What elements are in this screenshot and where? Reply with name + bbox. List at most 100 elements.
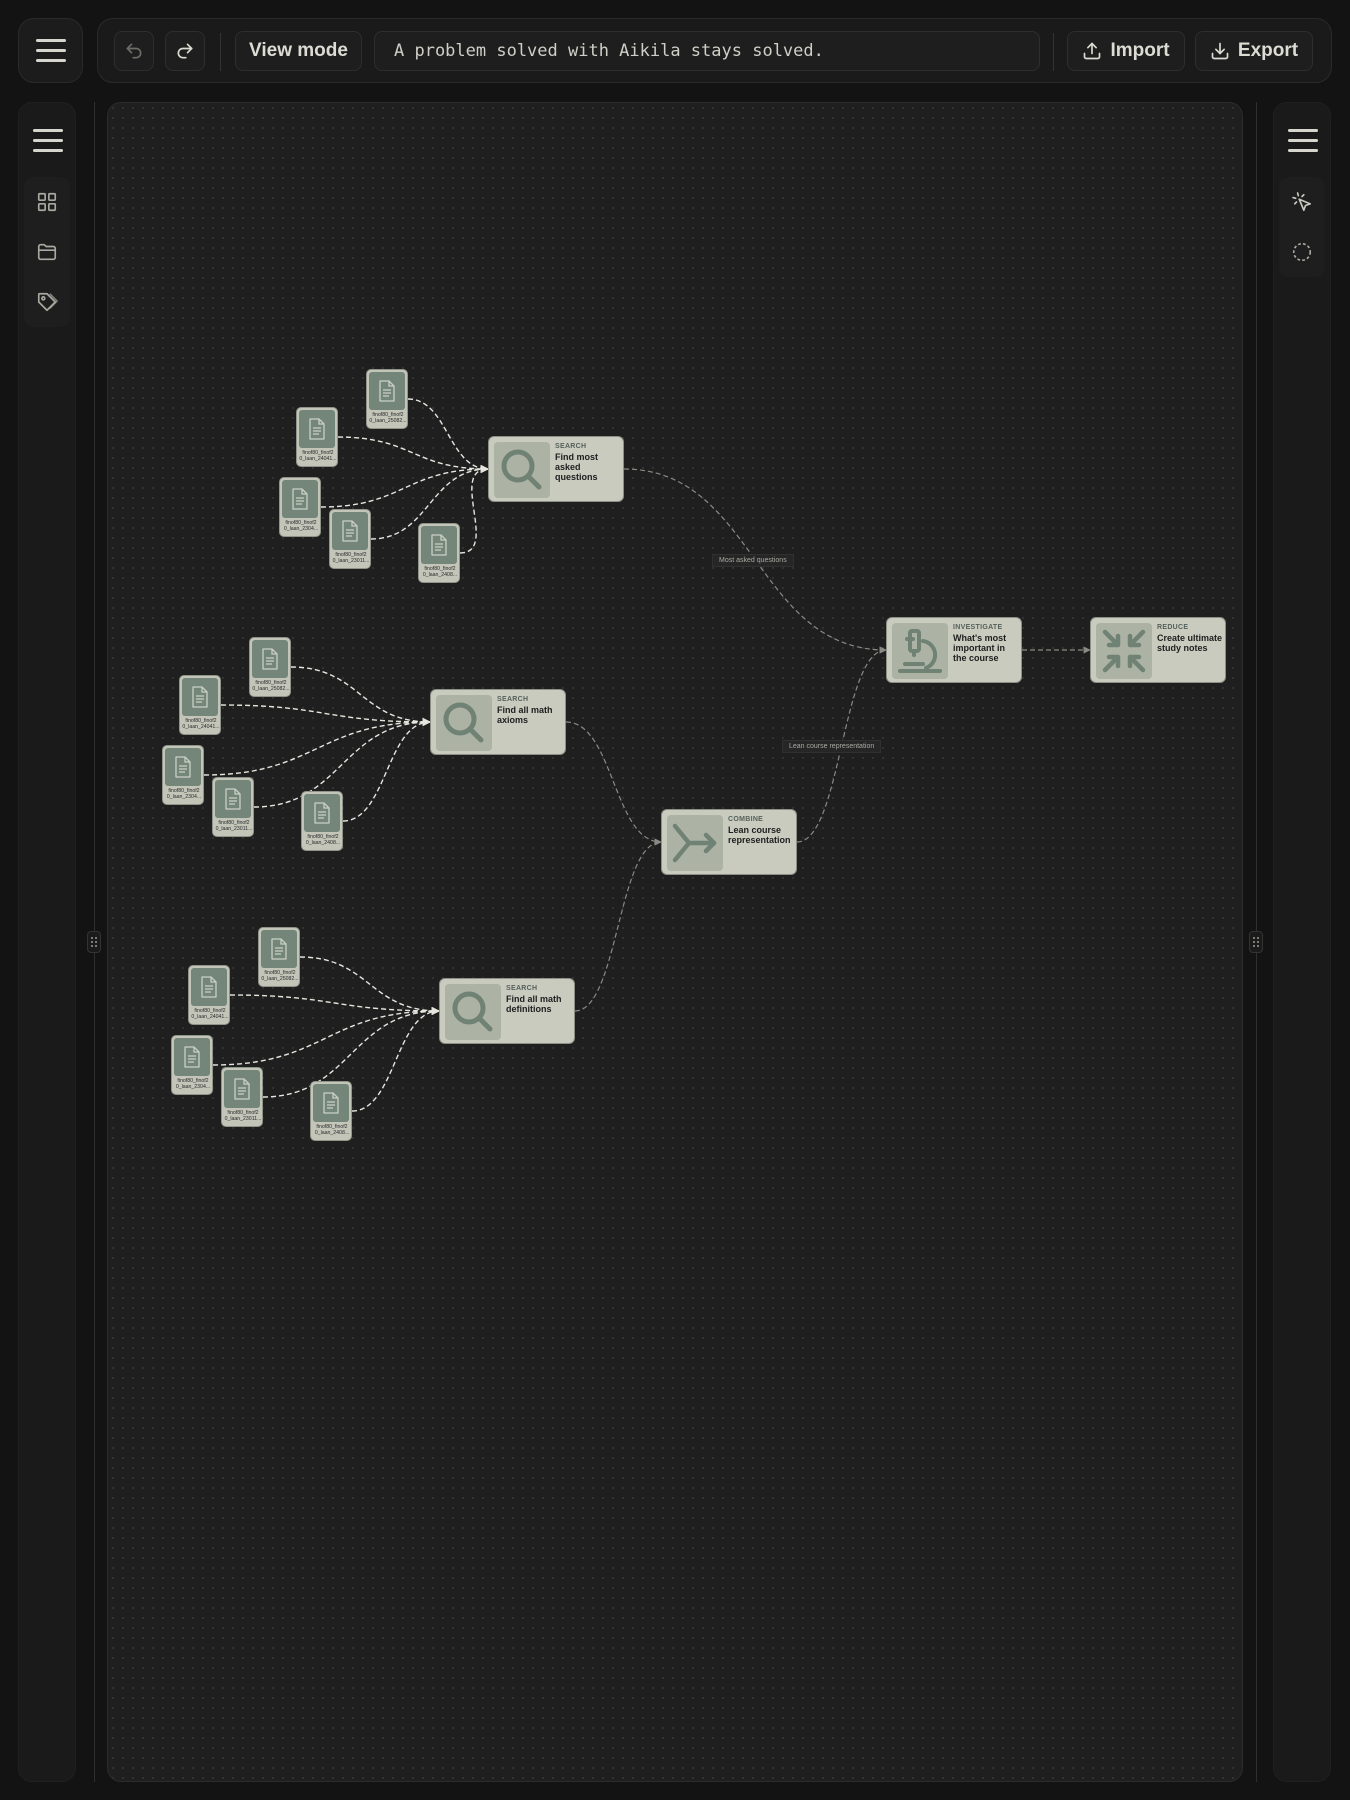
export-label: Export (1237, 40, 1299, 61)
operation-node-investigate[interactable]: INVESTIGATE What's most important in the … (886, 617, 1022, 683)
document-icon (313, 802, 331, 824)
document-icon (174, 756, 192, 778)
file-name: finof80_finof2 0_laan_2408... (305, 834, 341, 847)
graph-edge[interactable] (565, 721, 662, 846)
file-thumbnail (332, 512, 368, 550)
graph-edge[interactable] (203, 717, 431, 776)
select-tool-button[interactable] (1279, 179, 1325, 225)
search-icon (448, 987, 498, 1037)
operation-title: Lean course representation (728, 825, 791, 845)
folder-button[interactable] (24, 229, 70, 275)
graph-edge[interactable] (220, 704, 431, 727)
file-name: finof80_finof2 0_laan_24041... (191, 1008, 229, 1021)
redo-button[interactable] (165, 31, 205, 71)
search-icon (497, 445, 547, 495)
operation-icon-box (494, 442, 550, 498)
file-node[interactable]: finof80_finof2 0_laan_24041... (188, 965, 230, 1025)
operation-node-search[interactable]: SEARCH Find all math axioms (430, 689, 566, 755)
left-sidebar-tools (24, 177, 70, 327)
graph-edge[interactable] (337, 436, 489, 474)
graph-edge[interactable] (407, 398, 489, 474)
graph-edge[interactable] (290, 666, 431, 727)
file-node[interactable]: finof80_finof2 0_laan_25082... (258, 927, 300, 987)
file-name: finof80_finof2 0_laan_2408... (314, 1124, 350, 1137)
tag-icon (37, 292, 58, 312)
file-node[interactable]: finof80_finof2 0_laan_2408... (310, 1081, 352, 1141)
file-thumbnail (252, 640, 288, 678)
graph-edge[interactable] (459, 464, 489, 554)
graph-edge[interactable] (212, 1006, 440, 1066)
layout-grid-button[interactable] (24, 179, 70, 225)
file-thumbnail (421, 526, 457, 564)
pointer-click-icon (1292, 192, 1312, 212)
file-name: finof80_finof2 0_laan_24041... (299, 450, 337, 463)
search-icon (439, 698, 489, 748)
graph-edge[interactable] (574, 838, 662, 1012)
file-thumbnail (299, 410, 335, 448)
graph-edge[interactable] (351, 1006, 440, 1112)
file-name: finof80_finof2 0_laan_25082... (261, 970, 299, 983)
file-node[interactable]: finof80_finof2 0_laan_24041... (296, 407, 338, 467)
file-name: finof80_finof2 0_laan_25082... (252, 680, 290, 693)
lasso-tool-button[interactable] (1279, 229, 1325, 275)
file-node[interactable]: finof80_finof2 0_laan_2304... (162, 745, 204, 805)
drag-handle-icon (91, 937, 97, 947)
right-sidebar-menu-button[interactable] (1286, 123, 1320, 157)
file-thumbnail (224, 1070, 260, 1108)
import-button[interactable]: Import (1067, 31, 1185, 71)
operation-node-search[interactable]: SEARCH Find most asked questions (488, 436, 624, 502)
operation-kind: SEARCH (506, 985, 538, 992)
file-name: finof80_finof2 0_laan_24041... (182, 718, 220, 731)
view-mode-button[interactable]: View mode (235, 31, 362, 71)
operation-node-reduce[interactable]: REDUCE Create ultimate study notes (1090, 617, 1226, 683)
export-button[interactable]: Export (1195, 31, 1313, 71)
microscope-icon (895, 626, 945, 676)
toolbar: View mode A problem solved with Aikila s… (97, 18, 1332, 83)
file-node[interactable]: finof80_finof2 0_laan_25082... (366, 369, 408, 429)
document-icon (200, 976, 218, 998)
undo-button[interactable] (114, 31, 154, 71)
document-icon (191, 686, 209, 708)
right-resize-handle[interactable] (1249, 931, 1263, 953)
toolbar-divider (220, 33, 221, 71)
edge-label: Most asked questions (712, 554, 794, 567)
operation-icon-box (892, 623, 948, 679)
file-node[interactable]: finof80_finof2 0_laan_2408... (418, 523, 460, 583)
operation-icon-box (667, 815, 723, 871)
operation-node-combine[interactable]: COMBINE Lean course representation (661, 809, 797, 875)
file-node[interactable]: finof80_finof2 0_laan_2304... (279, 477, 321, 537)
file-name: finof80_finof2 0_laan_2408... (422, 566, 458, 579)
file-node[interactable]: finof80_finof2 0_laan_23011... (329, 509, 371, 569)
file-name: finof80_finof2 0_laan_2304... (166, 788, 202, 801)
operation-title: Find all math axioms (497, 705, 553, 725)
graph-edge[interactable] (342, 717, 431, 822)
document-icon (322, 1092, 340, 1114)
hamburger-icon (35, 39, 66, 62)
file-name: finof80_finof2 0_laan_2304... (175, 1078, 211, 1091)
file-node[interactable]: finof80_finof2 0_laan_25082... (249, 637, 291, 697)
drag-handle-icon (1253, 937, 1259, 947)
tags-button[interactable] (24, 279, 70, 325)
file-node[interactable]: finof80_finof2 0_laan_2304... (171, 1035, 213, 1095)
file-thumbnail (282, 480, 318, 518)
file-thumbnail (304, 794, 340, 832)
operation-node-search[interactable]: SEARCH Find all math definitions (439, 978, 575, 1044)
motto-bar: A problem solved with Aikila stays solve… (374, 31, 1040, 71)
graph-edge[interactable] (229, 994, 440, 1016)
document-icon (270, 938, 288, 960)
file-thumbnail (215, 780, 251, 818)
left-sidebar-menu-button[interactable] (31, 123, 65, 157)
graph-canvas[interactable]: finof80_finof2 0_laan_25082... finof80_fi… (107, 102, 1243, 1782)
file-node[interactable]: finof80_finof2 0_laan_23011... (221, 1067, 263, 1127)
reduce-arrows-icon (1099, 626, 1149, 676)
right-sidebar (1273, 102, 1331, 1782)
file-node[interactable]: finof80_finof2 0_laan_24041... (179, 675, 221, 735)
file-node[interactable]: finof80_finof2 0_laan_23011... (212, 777, 254, 837)
folder-icon (37, 243, 57, 261)
file-node[interactable]: finof80_finof2 0_laan_2408... (301, 791, 343, 851)
operation-kind: INVESTIGATE (953, 624, 1003, 631)
left-resize-handle[interactable] (87, 931, 101, 953)
graph-edge[interactable] (299, 956, 440, 1016)
main-menu-button[interactable] (18, 18, 83, 83)
document-icon (183, 1046, 201, 1068)
